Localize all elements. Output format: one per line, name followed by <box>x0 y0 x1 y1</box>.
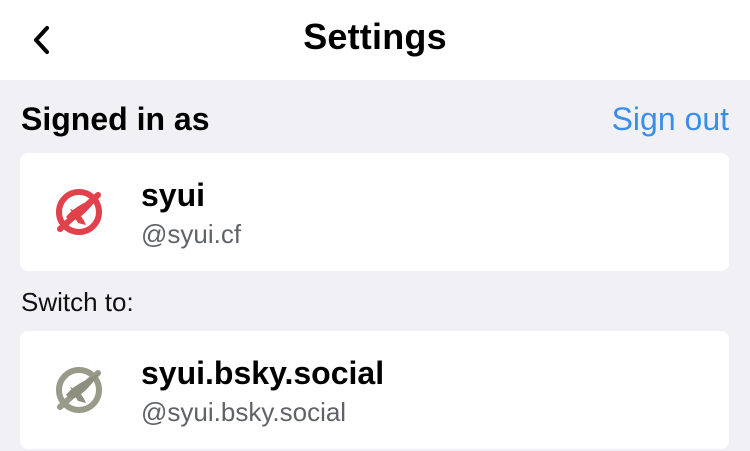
account-handle: @syui.bsky.social <box>141 397 347 427</box>
switch-account-card[interactable]: syui.bsky.social @syui.bsky.social <box>20 331 729 449</box>
account-handle: @syui.cf <box>141 219 242 249</box>
red-crossed-circle-bird-icon <box>56 189 102 235</box>
header-bar: Settings <box>0 0 750 80</box>
page-title: Settings <box>303 16 447 57</box>
account-name: syui.bsky.social <box>141 355 385 391</box>
sign-out-button[interactable]: Sign out <box>612 101 729 138</box>
account-name: syui <box>141 177 206 213</box>
signed-in-label: Signed in as <box>21 101 210 137</box>
current-account-card[interactable]: syui @syui.cf <box>20 153 729 271</box>
gray-crossed-circle-bird-icon <box>56 367 102 413</box>
switch-to-label: Switch to: <box>21 287 134 317</box>
